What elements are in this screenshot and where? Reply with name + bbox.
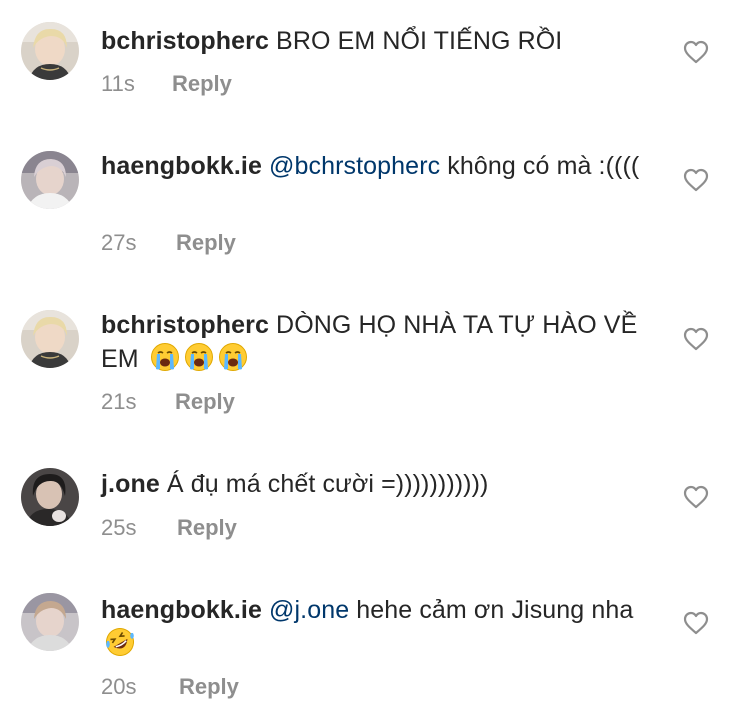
comment-meta: 11s Reply — [101, 71, 232, 97]
comment-mention[interactable]: @j.one — [269, 596, 349, 624]
comment-time[interactable]: 21s — [101, 389, 175, 415]
comment-meta: 27s Reply — [101, 230, 236, 256]
comment-text: hehe cảm ơn Jisung nha — [356, 596, 634, 624]
comment-username[interactable]: bchristopherc — [101, 311, 269, 339]
comment-username[interactable]: j.one — [101, 470, 160, 498]
comment-username[interactable]: bchristopherc — [101, 27, 269, 55]
loudly-crying-face-icon — [150, 343, 179, 371]
comment-meta: 21s Reply — [101, 389, 235, 415]
comment-body: haengbokk.ie @bchrstopherc không có mà :… — [101, 149, 661, 183]
loudly-crying-face-icon — [218, 343, 247, 371]
comment-body: bchristopherc DÒNG HỌ NHÀ TA TỰ HÀO VỀ E… — [101, 308, 661, 376]
avatar[interactable] — [21, 468, 79, 526]
avatar[interactable] — [21, 151, 79, 209]
comment-mention[interactable]: @bchrstopherc — [269, 152, 440, 180]
reply-button[interactable]: Reply — [179, 674, 239, 700]
loudly-crying-face-icon — [184, 343, 213, 371]
avatar[interactable] — [21, 310, 79, 368]
reply-button[interactable]: Reply — [175, 389, 235, 415]
avatar[interactable] — [21, 593, 79, 651]
comment-time[interactable]: 20s — [101, 674, 179, 700]
rolling-on-floor-laughing-icon — [106, 628, 134, 656]
comment-username[interactable]: haengbokk.ie — [101, 596, 262, 624]
avatar[interactable] — [21, 22, 79, 80]
reply-button[interactable]: Reply — [172, 71, 232, 97]
comment-text: Á đụ má chết cười =))))))))))) — [166, 470, 489, 498]
reply-button[interactable]: Reply — [177, 515, 237, 541]
comment-body: j.one Á đụ má chết cười =))))))))))) — [101, 467, 661, 501]
heart-icon[interactable] — [683, 168, 709, 192]
comment-time[interactable]: 11s — [101, 71, 172, 97]
comment-body: bchristopherc BRO EM NỔI TIẾNG RỒI — [101, 24, 661, 58]
comment-text: BRO EM NỔI TIẾNG RỒI — [276, 27, 563, 55]
heart-icon[interactable] — [683, 327, 709, 351]
comment-time[interactable]: 27s — [101, 230, 176, 256]
comment-body: haengbokk.ie @j.one hehe cảm ơn Jisung n… — [101, 593, 661, 661]
heart-icon[interactable] — [683, 485, 709, 509]
comment-username[interactable]: haengbokk.ie — [101, 152, 262, 180]
comment-text: không có mà :(((( — [447, 152, 640, 180]
heart-icon[interactable] — [683, 611, 709, 635]
comment-meta: 20s Reply — [101, 674, 239, 700]
comment-meta: 25s Reply — [101, 515, 237, 541]
reply-button[interactable]: Reply — [176, 230, 236, 256]
comment-time[interactable]: 25s — [101, 515, 177, 541]
heart-icon[interactable] — [683, 40, 709, 64]
